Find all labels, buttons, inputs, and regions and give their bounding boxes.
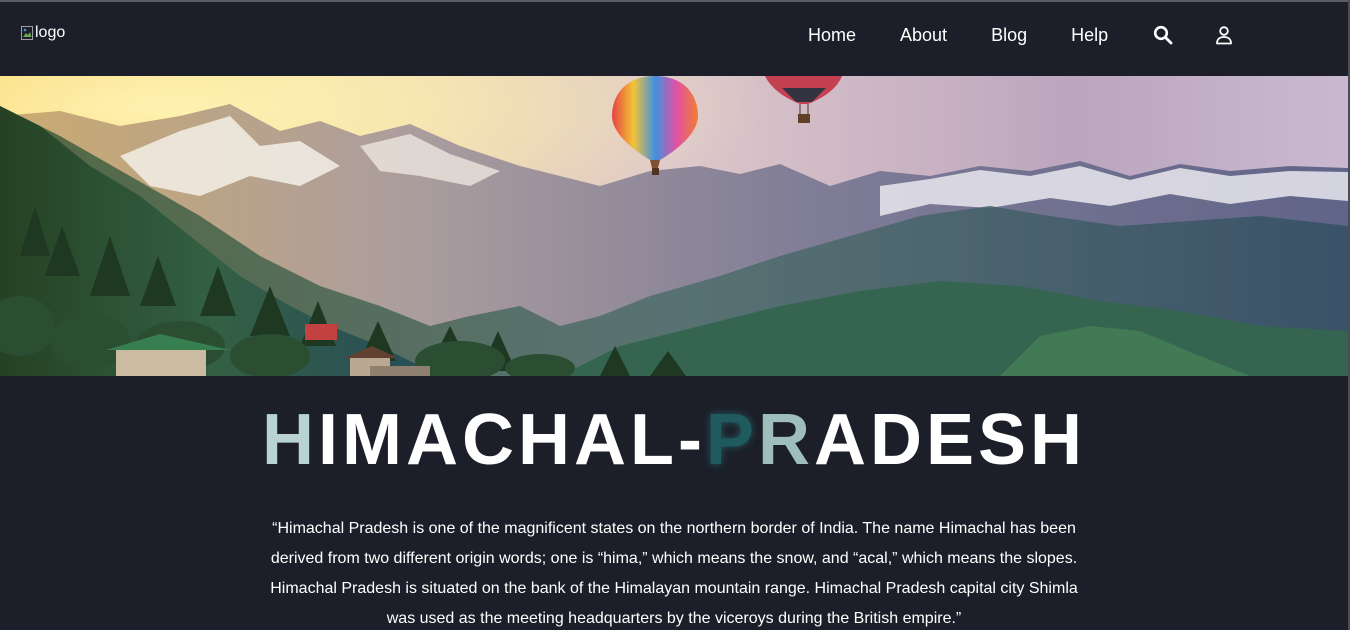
- title-segment-adesh: ADESH: [813, 400, 1086, 480]
- title-letter-p: P: [705, 400, 758, 480]
- search-icon[interactable]: [1152, 24, 1174, 46]
- nav-blog-link[interactable]: Blog: [991, 24, 1027, 46]
- title-letter-h: H: [262, 400, 318, 480]
- site-header: logo Home About Blog Help: [0, 2, 1348, 76]
- hero-image: [0, 76, 1348, 376]
- hero-banner: [0, 76, 1348, 376]
- intro-quote: “Himachal Pradesh is one of the magnific…: [270, 520, 1078, 627]
- logo-alt-text: logo: [35, 24, 66, 41]
- main-nav: Home About Blog Help: [808, 24, 1274, 46]
- nav-home-link[interactable]: Home: [808, 24, 856, 46]
- nav-about-link[interactable]: About: [900, 24, 947, 46]
- title-segment-imachal: IMACHAL-: [318, 400, 706, 480]
- user-icon[interactable]: [1213, 24, 1235, 46]
- broken-image-icon: [21, 26, 33, 40]
- logo[interactable]: logo: [21, 24, 65, 42]
- nav-help-link[interactable]: Help: [1071, 24, 1108, 46]
- title-letter-r: R: [757, 400, 814, 480]
- page-title: HIMACHAL-PRADESH: [0, 400, 1348, 480]
